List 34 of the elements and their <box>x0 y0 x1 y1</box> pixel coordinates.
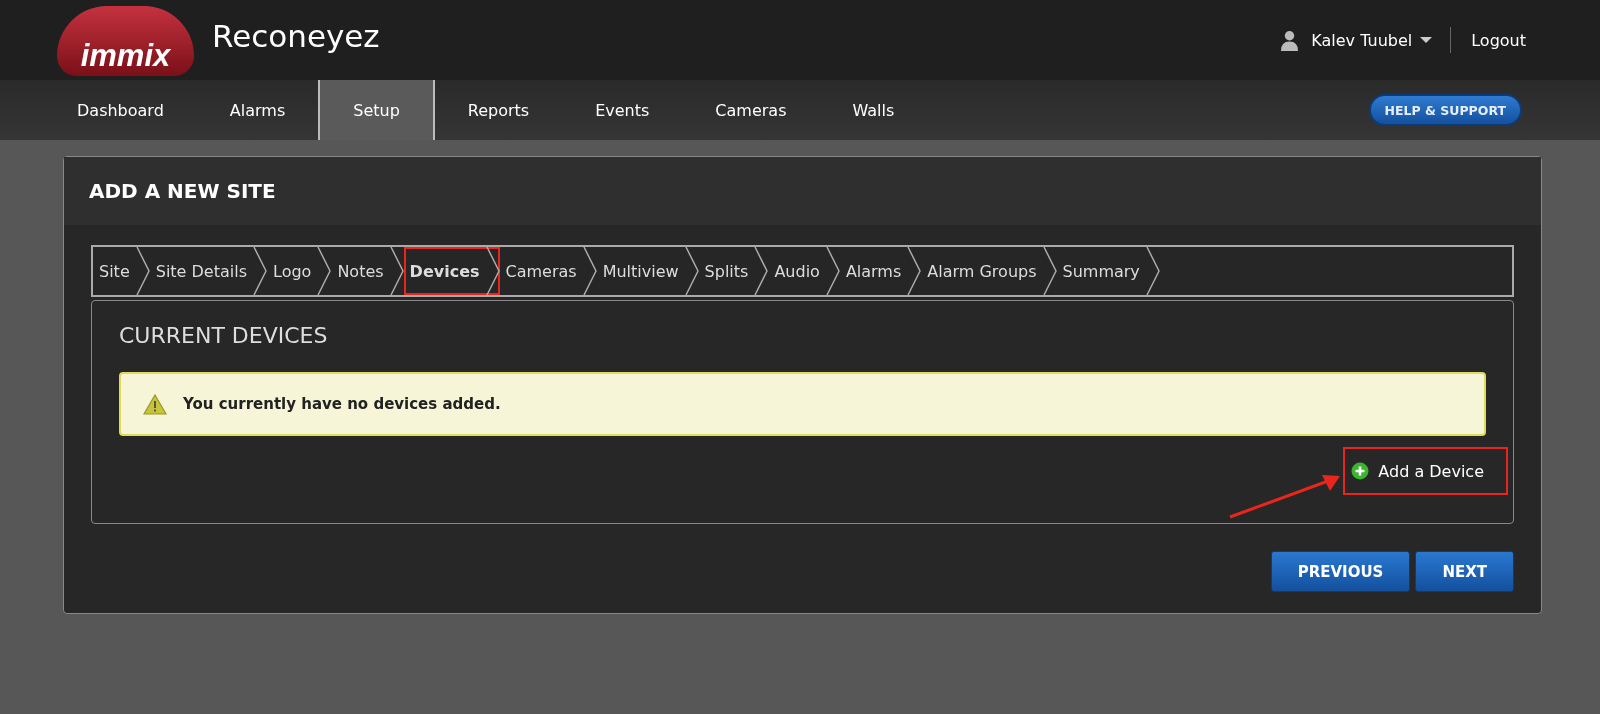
nav-tab[interactable]: Events <box>562 80 683 140</box>
step-tab[interactable]: Logo <box>267 247 332 295</box>
nav-tab[interactable]: Dashboard <box>44 80 197 140</box>
user-icon <box>1280 29 1300 51</box>
help-support-button[interactable]: HELP & SUPPORT <box>1368 94 1522 126</box>
nav-tab[interactable]: Cameras <box>682 80 820 140</box>
step-tab[interactable]: Alarm Groups <box>921 247 1057 295</box>
wizard-button[interactable]: PREVIOUS <box>1270 551 1411 592</box>
logout-link[interactable]: Logout <box>1471 30 1526 50</box>
plus-icon <box>1351 462 1370 480</box>
nav-tab[interactable]: Alarms <box>196 80 319 140</box>
step-tab[interactable]: Alarms <box>839 247 922 295</box>
step-tab[interactable]: Audio <box>768 247 840 295</box>
step-tab[interactable]: Notes <box>331 247 404 295</box>
step-tab[interactable]: Site Details <box>149 247 267 295</box>
step-tab[interactable]: Multiview <box>596 247 699 295</box>
app-title: Reconeyez <box>212 18 380 54</box>
step-tab[interactable]: Splits <box>698 247 769 295</box>
panel-title: ADD A NEW SITE <box>89 179 276 203</box>
step-tab[interactable]: Summary <box>1056 247 1160 295</box>
alert-text: You currently have no devices added. <box>183 395 501 413</box>
step-tab[interactable]: Devices <box>403 247 500 295</box>
nav-tab[interactable]: Reports <box>434 80 563 140</box>
user-menu[interactable]: Kalev Tuubel <box>1311 30 1413 50</box>
warning-icon <box>143 393 167 415</box>
step-tab[interactable]: Site <box>93 247 150 295</box>
caret-icon <box>1420 37 1433 43</box>
nav-tab[interactable]: Walls <box>819 80 928 140</box>
section-title: CURRENT DEVICES <box>119 323 329 348</box>
wizard-button[interactable]: NEXT <box>1415 551 1514 592</box>
logo: immix <box>57 6 194 76</box>
nav-tab[interactable]: Setup <box>318 80 435 140</box>
add-device-link[interactable]: Add a Device <box>1343 447 1508 495</box>
step-tab[interactable]: Cameras <box>499 247 597 295</box>
